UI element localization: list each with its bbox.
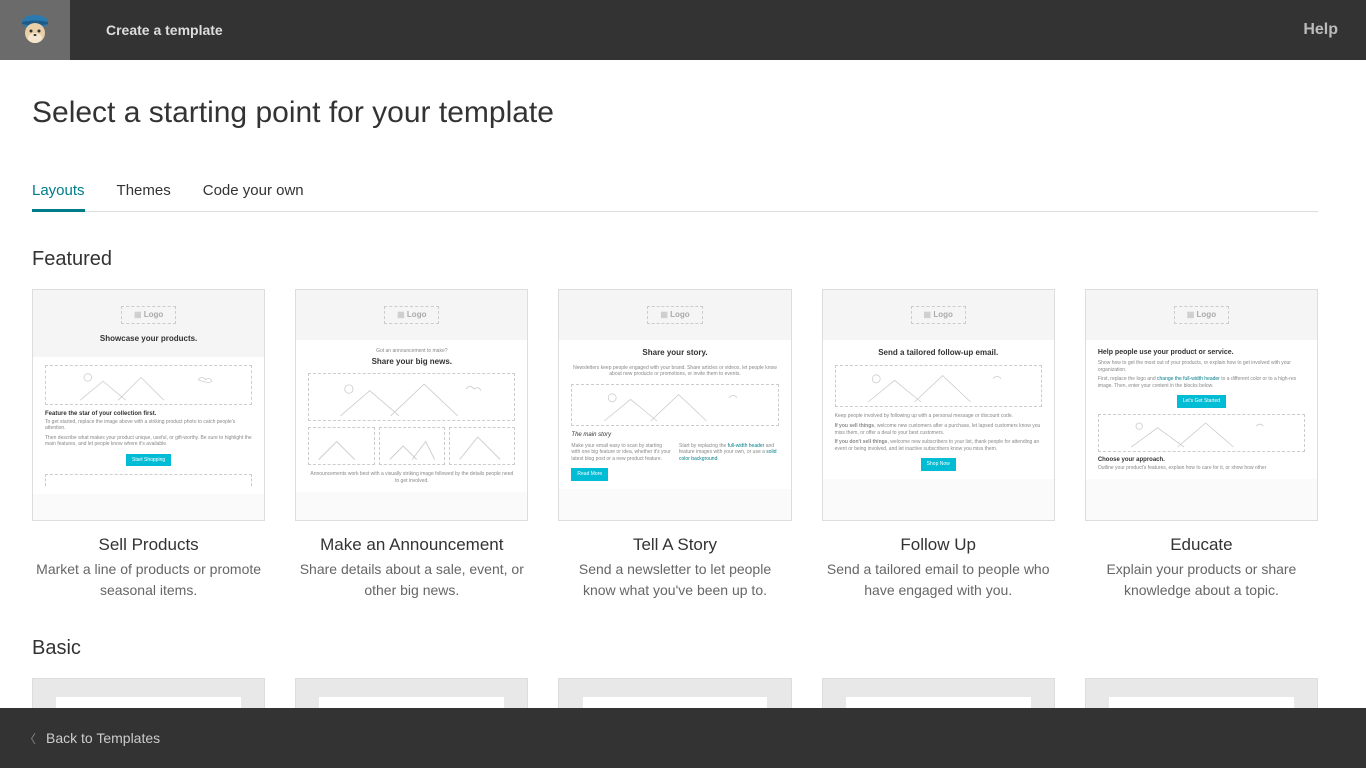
footer-bar: 〈 Back to Templates: [0, 708, 1366, 768]
template-card-basic[interactable]: [822, 678, 1055, 708]
template-desc: Explain your products or share knowledge…: [1085, 559, 1318, 601]
template-thumbnail: Logo Send a tailored follow-up email. Ke…: [822, 289, 1055, 521]
main-content: Select a starting point for your templat…: [0, 60, 1350, 708]
template-thumbnail: [1085, 678, 1318, 708]
back-to-templates-link[interactable]: 〈 Back to Templates: [24, 730, 160, 747]
template-thumbnail: Logo Help people use your product or ser…: [1085, 289, 1318, 521]
page-breadcrumb: Create a template: [106, 22, 223, 38]
tab-code-your-own[interactable]: Code your own: [203, 182, 304, 211]
template-card-follow-up[interactable]: Logo Send a tailored follow-up email. Ke…: [822, 289, 1055, 601]
topbar: Create a template Help: [0, 0, 1366, 60]
brand-logo[interactable]: [0, 0, 70, 60]
template-title: Make an Announcement: [295, 535, 528, 555]
template-thumbnail: [558, 678, 791, 708]
page-title: Select a starting point for your templat…: [32, 96, 1318, 130]
section-title-basic: Basic: [32, 637, 1318, 660]
template-title: Follow Up: [822, 535, 1055, 555]
template-card-sell-products[interactable]: Logo Showcase your products. Feature the…: [32, 289, 265, 601]
template-title: Tell A Story: [558, 535, 791, 555]
tab-themes[interactable]: Themes: [117, 182, 171, 211]
template-desc: Send a tailored email to people who have…: [822, 559, 1055, 601]
template-card-announcement[interactable]: Logo Got an announcement to make? Share …: [295, 289, 528, 601]
template-title: Sell Products: [32, 535, 265, 555]
help-link[interactable]: Help: [1303, 21, 1338, 39]
template-card-basic[interactable]: [558, 678, 791, 708]
section-title-featured: Featured: [32, 248, 1318, 271]
basic-grid: [32, 678, 1318, 708]
template-thumbnail: [295, 678, 528, 708]
template-thumbnail: Logo Showcase your products. Feature the…: [32, 289, 265, 521]
template-thumbnail: [822, 678, 1055, 708]
template-card-basic[interactable]: [32, 678, 265, 708]
chevron-left-icon: 〈: [24, 730, 36, 747]
template-desc: Market a line of products or promote sea…: [32, 559, 265, 601]
featured-grid: Logo Showcase your products. Feature the…: [32, 289, 1318, 601]
mailchimp-icon: [17, 12, 53, 48]
template-title: Educate: [1085, 535, 1318, 555]
template-thumbnail: Logo Share your story. Newsletters keep …: [558, 289, 791, 521]
template-card-tell-story[interactable]: Logo Share your story. Newsletters keep …: [558, 289, 791, 601]
tab-layouts[interactable]: Layouts: [32, 182, 85, 212]
tab-bar: Layouts Themes Code your own: [32, 182, 1318, 212]
template-card-basic[interactable]: [295, 678, 528, 708]
template-card-educate[interactable]: Logo Help people use your product or ser…: [1085, 289, 1318, 601]
template-desc: Share details about a sale, event, or ot…: [295, 559, 528, 601]
template-thumbnail: Logo Got an announcement to make? Share …: [295, 289, 528, 521]
template-desc: Send a newsletter to let people know wha…: [558, 559, 791, 601]
template-card-basic[interactable]: [1085, 678, 1318, 708]
template-thumbnail: [32, 678, 265, 708]
